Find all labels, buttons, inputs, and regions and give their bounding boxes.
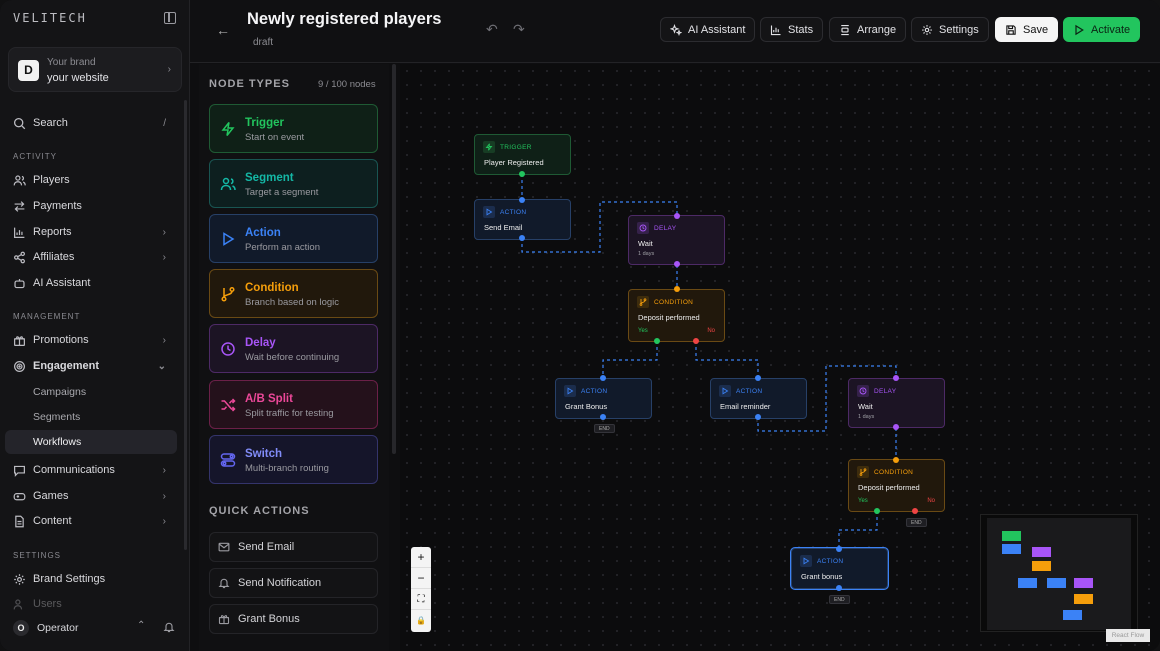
workflow-node-wait-2[interactable]: DELAY Wait 1 days: [848, 378, 945, 428]
node-handle[interactable]: [519, 197, 525, 203]
node-handle[interactable]: [893, 375, 899, 381]
workflow-node-send-email[interactable]: ACTION Send Email: [474, 199, 571, 240]
workflow-node-trigger[interactable]: TRIGGER Player Registered: [474, 134, 571, 175]
workflow-node-email-reminder[interactable]: ACTION Email reminder: [710, 378, 807, 419]
lock-button[interactable]: 🔒: [411, 610, 431, 631]
node-meta: 1 days: [858, 414, 875, 420]
node-handle[interactable]: [912, 508, 918, 514]
node-meta: 1 days: [638, 251, 655, 257]
minimap-node: [1074, 594, 1093, 604]
node-handle[interactable]: [519, 171, 525, 177]
node-header: CONDITION: [637, 296, 693, 308]
node-header: TRIGGER: [483, 141, 532, 153]
clock-icon: [637, 222, 649, 234]
node-kind: ACTION: [581, 387, 608, 395]
minimap[interactable]: [980, 514, 1138, 632]
node-kind: ACTION: [736, 387, 763, 395]
clock-icon: [857, 385, 869, 397]
node-handle[interactable]: [836, 546, 842, 552]
play-icon: [800, 555, 812, 567]
git-branch-icon: [637, 296, 649, 308]
minimap-node: [1002, 531, 1021, 541]
node-handle[interactable]: [755, 414, 761, 420]
node-handle[interactable]: [674, 261, 680, 267]
node-handle[interactable]: [674, 286, 680, 292]
node-kind: CONDITION: [654, 298, 694, 306]
lightning-icon: [483, 141, 495, 153]
node-name: Email reminder: [720, 402, 771, 411]
edge-condition-no-to-email-reminder: [695, 341, 759, 377]
node-kind: ACTION: [500, 208, 527, 216]
play-icon: [719, 385, 731, 397]
node-header: ACTION: [564, 385, 607, 397]
zoom-in-button[interactable]: +: [411, 547, 431, 568]
node-handle[interactable]: [600, 414, 606, 420]
fit-view-button[interactable]: ⛶: [411, 589, 431, 610]
node-name: Player Registered: [484, 158, 544, 167]
workflow-node-grant-bonus-2[interactable]: ACTION Grant bonus: [791, 548, 888, 589]
node-header: DELAY: [857, 385, 896, 397]
node-name: Grant bonus: [801, 572, 843, 581]
node-kind: DELAY: [874, 387, 897, 395]
git-branch-icon: [857, 466, 869, 478]
node-kind: CONDITION: [874, 468, 914, 476]
node-handle[interactable]: [893, 457, 899, 463]
node-kind: ACTION: [817, 557, 844, 565]
workflow-node-condition-2[interactable]: CONDITION Deposit performed Yes No: [848, 459, 945, 512]
minimap-node: [1032, 561, 1051, 571]
react-flow-attribution[interactable]: React Flow: [1106, 629, 1150, 642]
node-header: ACTION: [800, 555, 843, 567]
node-handle[interactable]: [600, 375, 606, 381]
node-handle[interactable]: [874, 508, 880, 514]
node-handle[interactable]: [893, 424, 899, 430]
minimap-node: [1002, 544, 1021, 554]
branch-no-label: No: [927, 498, 935, 504]
node-header: ACTION: [719, 385, 762, 397]
zoom-out-button[interactable]: −: [411, 568, 431, 589]
minimap-node: [1018, 578, 1037, 588]
edge-condition-yes-to-grant-bonus: [602, 341, 658, 377]
node-handle[interactable]: [654, 338, 660, 344]
minimap-node: [1047, 578, 1066, 588]
node-name: Grant Bonus: [565, 402, 608, 411]
play-icon: [483, 206, 495, 218]
edge-condition-2-yes-to-grant-bonus: [838, 511, 878, 548]
branch-yes-label: Yes: [638, 328, 648, 334]
node-header: CONDITION: [857, 466, 913, 478]
node-name: Deposit performed: [638, 313, 700, 322]
node-name: Wait: [858, 402, 873, 411]
minimap-node: [1032, 547, 1051, 557]
branch-yes-label: Yes: [858, 498, 868, 504]
workflow-node-wait[interactable]: DELAY Wait 1 days: [628, 215, 725, 265]
node-handle[interactable]: [693, 338, 699, 344]
node-name: Wait: [638, 239, 653, 248]
play-icon: [564, 385, 576, 397]
end-badge: END: [829, 595, 850, 604]
node-handle[interactable]: [836, 585, 842, 591]
node-handle[interactable]: [755, 375, 761, 381]
node-header: DELAY: [637, 222, 676, 234]
zoom-controls: + − ⛶ 🔒: [411, 547, 431, 632]
node-name: Send Email: [484, 223, 523, 232]
branch-no-label: No: [707, 328, 715, 334]
app-window: VELITECH D Your brand your website › Sea…: [0, 0, 1160, 651]
minimap-node: [1063, 610, 1082, 620]
node-name: Deposit performed: [858, 483, 920, 492]
node-header: ACTION: [483, 206, 526, 218]
workflow-node-condition[interactable]: CONDITION Deposit performed Yes No: [628, 289, 725, 342]
end-badge: END: [594, 424, 615, 433]
minimap-node: [1074, 578, 1093, 588]
node-handle[interactable]: [674, 213, 680, 219]
node-kind: DELAY: [654, 224, 677, 232]
workflow-node-grant-bonus[interactable]: ACTION Grant Bonus: [555, 378, 652, 419]
node-handle[interactable]: [519, 235, 525, 241]
node-kind: TRIGGER: [500, 143, 532, 151]
end-badge: END: [906, 518, 927, 527]
